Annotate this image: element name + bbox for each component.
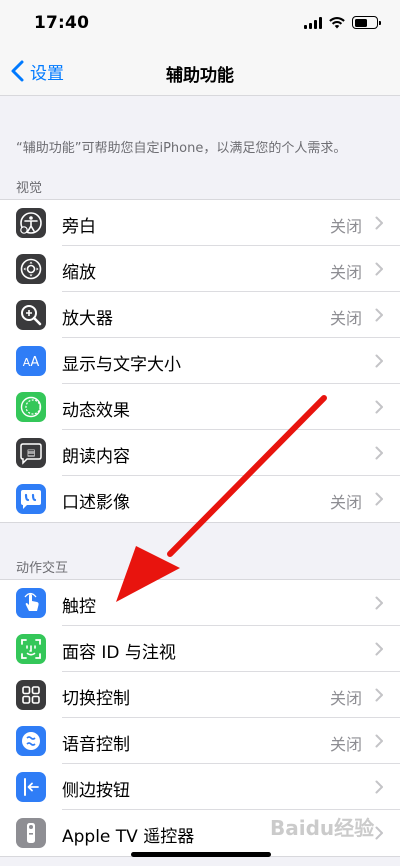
chevron-right-icon	[375, 492, 383, 506]
chevron-right-icon	[375, 216, 383, 230]
chevron-right-icon	[375, 354, 383, 368]
cellular-signal-icon	[304, 16, 322, 29]
face-id-icon	[16, 634, 46, 664]
chevron-right-icon	[375, 400, 383, 414]
page-title: 辅助功能	[166, 66, 234, 86]
settings-row-value: 关闭	[329, 217, 362, 236]
settings-row-label: Apple TV 遥控器	[62, 827, 195, 847]
settings-row-magnifier[interactable]: 放大器 关闭	[0, 292, 400, 338]
touch-icon	[16, 588, 46, 618]
page-description: “辅助功能”可帮助您自定iPhone，以满足您的个人需求。	[16, 141, 347, 156]
settings-row-voiceover[interactable]: 旁白 关闭	[0, 200, 400, 246]
settings-row-label: 缩放	[62, 263, 96, 283]
settings-row-label: 侧边按钮	[62, 781, 130, 801]
settings-row-value: 关闭	[329, 735, 362, 754]
battery-icon	[352, 16, 381, 29]
motion-icon	[16, 392, 46, 422]
switch-control-icon	[16, 680, 46, 710]
wifi-icon	[329, 16, 345, 28]
settings-row-label: 语音控制	[62, 735, 130, 755]
settings-row-value: 关闭	[329, 309, 362, 328]
settings-row-spoken-content[interactable]: ▤ 朗读内容	[0, 430, 400, 476]
settings-row-switch-control[interactable]: 切换控制 关闭	[0, 672, 400, 718]
section-header-vision: 视觉	[16, 181, 43, 196]
settings-group-vision: 旁白 关闭 缩放 关闭 放大器 关闭 AA 显示与文字大小 动态效果 ▤ 朗读内容 口述影像 关闭	[0, 199, 400, 523]
spoken-content-icon: ▤	[16, 438, 46, 468]
chevron-right-icon	[375, 734, 383, 748]
chevron-right-icon	[375, 780, 383, 794]
zoom-icon	[16, 254, 46, 284]
settings-row-label: 触控	[62, 597, 96, 617]
watermark: Baidu经验	[270, 816, 375, 840]
section-header-interaction: 动作交互	[16, 561, 69, 576]
audio-description-icon	[16, 484, 46, 514]
chevron-right-icon	[375, 446, 383, 460]
settings-row-value: 关闭	[329, 689, 362, 708]
chevron-right-icon	[375, 688, 383, 702]
text-size-icon: AA	[16, 346, 46, 376]
settings-row-label: 朗读内容	[62, 447, 130, 467]
settings-row-zoom[interactable]: 缩放 关闭	[0, 246, 400, 292]
side-button-icon	[16, 772, 46, 802]
settings-row-voice-control[interactable]: 语音控制 关闭	[0, 718, 400, 764]
status-bar: 17:40	[0, 0, 400, 48]
settings-row-label: 口述影像	[62, 493, 130, 513]
chevron-right-icon	[375, 308, 383, 322]
settings-row-label: 旁白	[62, 217, 96, 237]
settings-row-text-size[interactable]: AA 显示与文字大小	[0, 338, 400, 384]
chevron-right-icon	[375, 262, 383, 276]
settings-row-face-id[interactable]: 面容 ID 与注视	[0, 626, 400, 672]
settings-row-label: 放大器	[62, 309, 113, 329]
voiceover-icon	[16, 208, 46, 238]
chevron-right-icon	[375, 826, 383, 840]
magnifier-icon	[16, 300, 46, 330]
status-icons	[304, 16, 381, 29]
home-indicator	[131, 852, 271, 857]
settings-row-label: 动态效果	[62, 401, 130, 421]
svg-text:▤: ▤	[27, 449, 36, 459]
navigation-bar: 设置 辅助功能	[0, 48, 400, 96]
settings-row-value: 关闭	[329, 263, 362, 282]
settings-row-audio-description[interactable]: 口述影像 关闭	[0, 476, 400, 522]
settings-row-label: 显示与文字大小	[62, 355, 181, 375]
voice-control-icon	[16, 726, 46, 756]
chevron-right-icon	[375, 596, 383, 610]
chevron-right-icon	[375, 642, 383, 656]
settings-row-motion[interactable]: 动态效果	[0, 384, 400, 430]
settings-row-label: 切换控制	[62, 689, 130, 709]
status-time: 17:40	[34, 13, 90, 33]
settings-row-value: 关闭	[329, 493, 362, 512]
settings-row-touch[interactable]: 触控	[0, 580, 400, 626]
apple-tv-remote-icon	[16, 818, 46, 848]
settings-row-side-button[interactable]: 侧边按钮	[0, 764, 400, 810]
settings-row-label: 面容 ID 与注视	[62, 643, 176, 663]
svg-text:AA: AA	[23, 355, 40, 370]
